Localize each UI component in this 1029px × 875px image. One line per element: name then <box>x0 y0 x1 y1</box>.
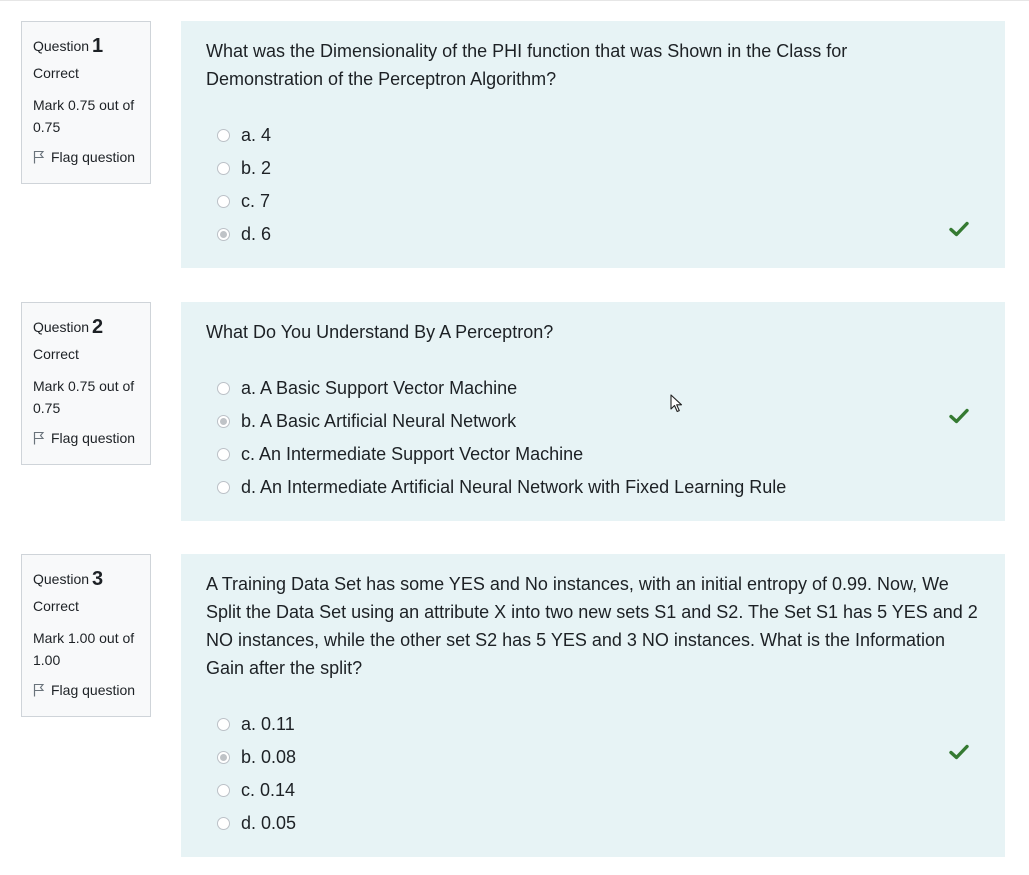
answer-option-c[interactable]: c. 0.14 <box>217 776 295 804</box>
check-icon <box>949 408 969 424</box>
answer-option-b[interactable]: b. 2 <box>217 154 271 182</box>
question-state: Correct <box>33 346 79 362</box>
radio-button[interactable] <box>217 128 230 142</box>
question-grade: Mark 1.00 out of 1.00 <box>33 630 135 668</box>
question-number-value: 2 <box>92 316 104 338</box>
answer-option-b[interactable]: b. A Basic Artificial Neural Network <box>217 407 516 435</box>
flag-icon <box>33 683 45 697</box>
radio-button[interactable] <box>217 480 230 494</box>
answer-label: a. A Basic Support Vector Machine <box>241 377 518 398</box>
answer-option-c[interactable]: c. An Intermediate Support Vector Machin… <box>217 440 583 468</box>
radio-button[interactable] <box>217 194 230 208</box>
answer-option-b[interactable]: b. 0.08 <box>217 743 296 771</box>
answer-option-a[interactable]: a. 4 <box>217 121 271 149</box>
flag-question-button[interactable]: Flag question <box>33 147 150 167</box>
question-number-value: 1 <box>92 35 104 57</box>
top-divider <box>0 0 1029 1</box>
radio-button[interactable] <box>217 381 230 395</box>
flag-question-label: Flag question <box>51 430 136 446</box>
question-info-1: Question 1 Correct Mark 0.75 out of 0.75 … <box>21 21 151 184</box>
radio-button-selected[interactable] <box>217 414 230 428</box>
question-text: A Training Data Set has some YES and No … <box>206 574 978 678</box>
answer-option-d[interactable]: d. 6 <box>217 220 271 248</box>
answer-label: d. 0.05 <box>241 812 297 833</box>
question-state: Correct <box>33 598 79 614</box>
radio-button[interactable] <box>217 717 230 731</box>
answer-label: d. 6 <box>241 223 272 244</box>
question-number-value: 3 <box>92 568 104 590</box>
flag-icon <box>33 150 45 164</box>
answer-label: d. An Intermediate Artificial Neural Net… <box>241 476 787 497</box>
question-text: What Do You Understand By A Perceptron? <box>206 322 554 342</box>
question-number: Question 1 <box>33 34 150 58</box>
question-grade: Mark 0.75 out of 0.75 <box>33 378 135 416</box>
answer-label: b. 0.08 <box>241 746 297 767</box>
radio-button-selected[interactable] <box>217 750 230 764</box>
flag-question-button[interactable]: Flag question <box>33 428 150 448</box>
question-state: Correct <box>33 65 79 81</box>
flag-question-label: Flag question <box>51 149 136 165</box>
answer-option-d[interactable]: d. 0.05 <box>217 809 296 837</box>
question-info-3: Question 3 Correct Mark 1.00 out of 1.00 … <box>21 554 151 717</box>
radio-button[interactable] <box>217 447 230 461</box>
answer-option-c[interactable]: c. 7 <box>217 187 270 215</box>
radio-button[interactable] <box>217 816 230 830</box>
question-grade: Mark 0.75 out of 0.75 <box>33 97 135 135</box>
answer-label: c. An Intermediate Support Vector Machin… <box>241 443 584 464</box>
answer-label: a. 4 <box>241 124 272 145</box>
answer-label: c. 0.14 <box>241 779 296 800</box>
question-content-1: What was the Dimensionality of the PHI f… <box>181 21 1005 268</box>
flag-icon <box>33 431 45 445</box>
answer-option-a[interactable]: a. 0.11 <box>217 710 295 738</box>
radio-button[interactable] <box>217 161 230 175</box>
answer-option-d[interactable]: d. An Intermediate Artificial Neural Net… <box>217 473 786 501</box>
answer-label: c. 7 <box>241 190 271 211</box>
radio-button-selected[interactable] <box>217 227 230 241</box>
question-number: Question 3 <box>33 567 150 591</box>
flag-question-label: Flag question <box>51 682 136 698</box>
question-label: Question <box>33 319 90 335</box>
answer-label: a. 0.11 <box>241 713 295 734</box>
question-content-2: What Do You Understand By A Perceptron? … <box>181 302 1005 521</box>
question-label: Question <box>33 38 90 54</box>
radio-button[interactable] <box>217 783 230 797</box>
answer-label: b. 2 <box>241 157 272 178</box>
question-text: What was the Dimensionality of the PHI f… <box>206 41 848 89</box>
mouse-cursor-icon <box>670 394 683 413</box>
answer-label: b. A Basic Artificial Neural Network <box>241 410 517 431</box>
check-icon <box>949 221 969 237</box>
flag-question-button[interactable]: Flag question <box>33 680 150 700</box>
answer-option-a[interactable]: a. A Basic Support Vector Machine <box>217 374 517 402</box>
question-content-3: A Training Data Set has some YES and No … <box>181 554 1005 857</box>
question-info-2: Question 2 Correct Mark 0.75 out of 0.75 … <box>21 302 151 465</box>
question-number: Question 2 <box>33 315 150 339</box>
question-label: Question <box>33 571 90 587</box>
check-icon <box>949 744 969 760</box>
